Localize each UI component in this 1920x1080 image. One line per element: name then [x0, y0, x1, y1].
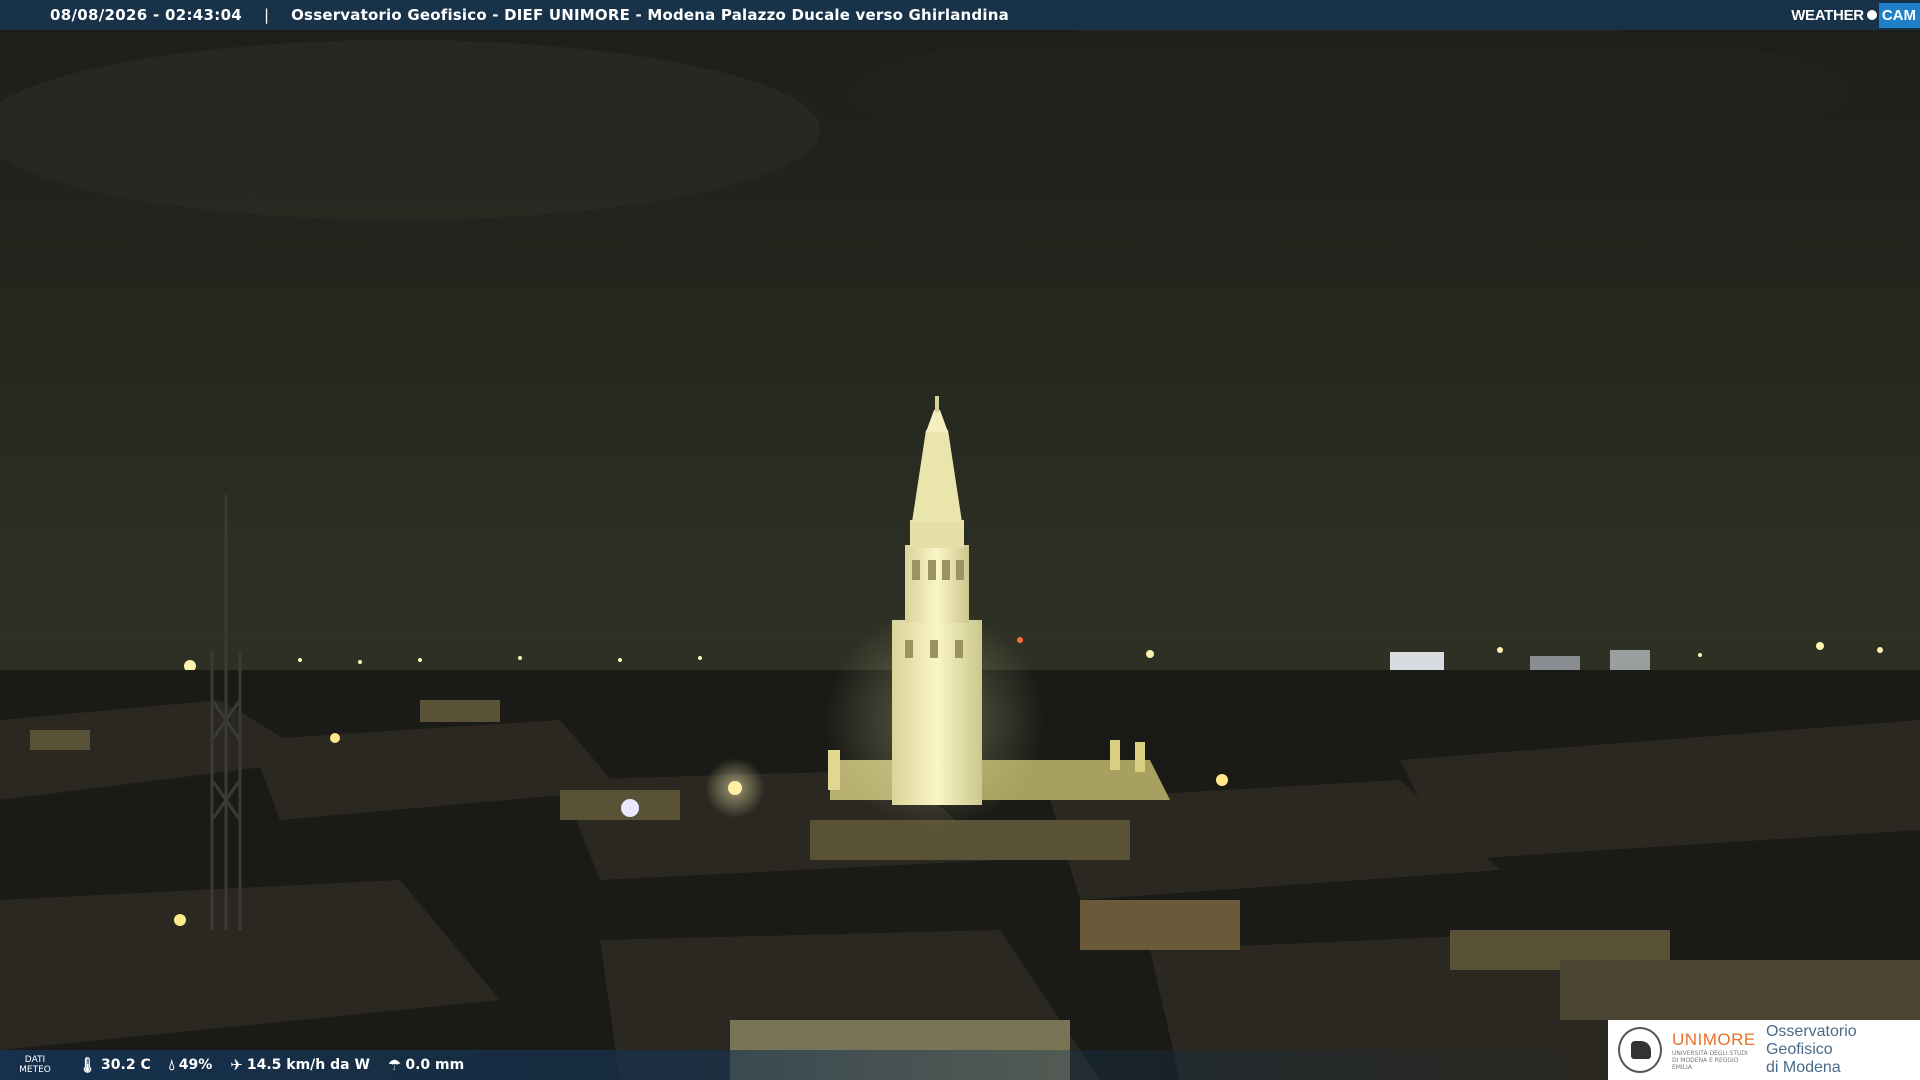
unimore-block: UNIMORE UNIVERSITÀ DEGLI STUDI DI MODENA… — [1672, 1030, 1756, 1071]
wind-reading: ✈︎ 14.5 km/h da W — [230, 1056, 370, 1074]
rain-gauge-icon: ☂︎ — [387, 1056, 402, 1074]
rain-value: 0.0 mm — [405, 1057, 465, 1073]
title-bar: 08/08/2026 - 02:43:04 | Osservatorio Geo… — [0, 0, 1920, 30]
droplet-icon: 💧︎ — [168, 1056, 175, 1074]
observatory-name: Osservatorio Geofisico di Modena — [1765, 1023, 1857, 1076]
weathercam-logo[interactable]: WEATHER CAM — [1791, 0, 1920, 30]
wind-value: 14.5 km/h da W — [246, 1057, 370, 1073]
cloud — [850, 20, 1850, 160]
camera-lens-icon — [1866, 10, 1877, 20]
temperature-value: 30.2 C — [101, 1057, 151, 1073]
thermometer-icon: 🌡︎ — [78, 1056, 98, 1074]
webcam-scene — [0, 0, 1920, 1080]
humidity-reading: 💧︎ 49% — [169, 1056, 213, 1074]
timestamp: 08/08/2026 - 02:43:04 — [50, 6, 243, 24]
weather-bar: DATI METEO 🌡︎ 30.2 C 💧︎ 49% ✈︎ 14.5 km/h… — [0, 1050, 1602, 1080]
cam-text: CAM — [1878, 2, 1920, 28]
dati-meteo-label: DATI METEO — [19, 1055, 51, 1075]
weather-text: WEATHER — [1791, 6, 1864, 24]
unimore-name: UNIMORE — [1671, 1029, 1756, 1049]
wind-icon: ✈︎ — [230, 1056, 243, 1074]
cloud — [0, 40, 820, 220]
university-seal-icon — [1618, 1027, 1662, 1073]
rain-reading: ☂︎ 0.0 mm — [388, 1056, 464, 1074]
unimore-full-name: UNIVERSITÀ DEGLI STUDI DI MODENA E REGGI… — [1671, 1049, 1748, 1071]
light-glow — [705, 758, 765, 818]
temperature-reading: 🌡︎ 30.2 C — [78, 1056, 151, 1074]
separator: | — [264, 6, 270, 24]
humidity-value: 49% — [178, 1057, 213, 1073]
observatory-logo[interactable]: UNIMORE UNIVERSITÀ DEGLI STUDI DI MODENA… — [1608, 1020, 1920, 1080]
camera-title: Osservatorio Geofisico - DIEF UNIMORE - … — [291, 6, 1009, 24]
